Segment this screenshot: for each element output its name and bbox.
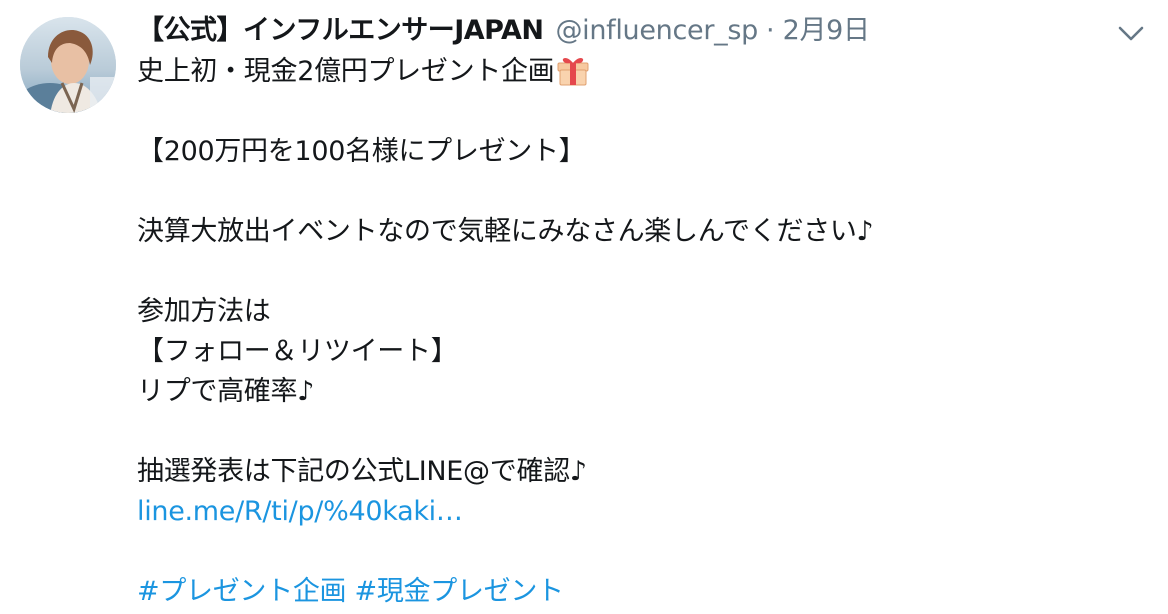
text-line: 決算大放出イベントなので気軽にみなさん楽しんでください♪: [137, 216, 874, 247]
display-name[interactable]: 【公式】インフルエンサーJAPAN: [137, 13, 544, 49]
text-line: 参加方法は: [137, 296, 271, 327]
text-line: 【フォロー＆リツイート】: [137, 336, 458, 367]
header-separator: ·: [765, 15, 775, 46]
text-line: 史上初・現金2億円プレゼント企画: [137, 52, 1147, 92]
tweet-header: 【公式】インフルエンサーJAPAN @influencer_sp · 2月9日: [137, 13, 870, 49]
chevron-down-icon: [1118, 26, 1144, 41]
tweet-headline: 史上初・現金2億円プレゼント企画: [137, 56, 555, 87]
tweet-timestamp[interactable]: 2月9日: [783, 13, 870, 49]
tweet[interactable]: 【公式】インフルエンサーJAPAN @influencer_sp · 2月9日 …: [0, 0, 1168, 614]
text-line: 【200万円を100名様にプレゼント】: [137, 136, 586, 167]
gift-icon: [556, 54, 590, 98]
tweet-options-button[interactable]: [1116, 20, 1146, 46]
tweet-text: 史上初・現金2億円プレゼント企画 【200万円を100名様にプレゼント】 決算大…: [137, 52, 1147, 612]
avatar[interactable]: [20, 17, 116, 113]
profile-photo-icon: [20, 17, 116, 113]
hashtag-link[interactable]: #現金プレゼント: [355, 576, 565, 607]
text-line: 抽選発表は下記の公式LINE@で確認♪: [137, 456, 587, 487]
link-line: line.me/R/ti/p/%40kaki…: [137, 492, 1147, 532]
hashtag-line: #プレゼント企画 #現金プレゼント: [137, 572, 1147, 612]
hashtag-link[interactable]: #プレゼント企画: [137, 576, 347, 607]
username-handle[interactable]: @influencer_sp: [555, 13, 758, 49]
text-line: リプで高確率♪: [137, 376, 315, 407]
line-link[interactable]: line.me/R/ti/p/%40kaki…: [137, 496, 463, 527]
